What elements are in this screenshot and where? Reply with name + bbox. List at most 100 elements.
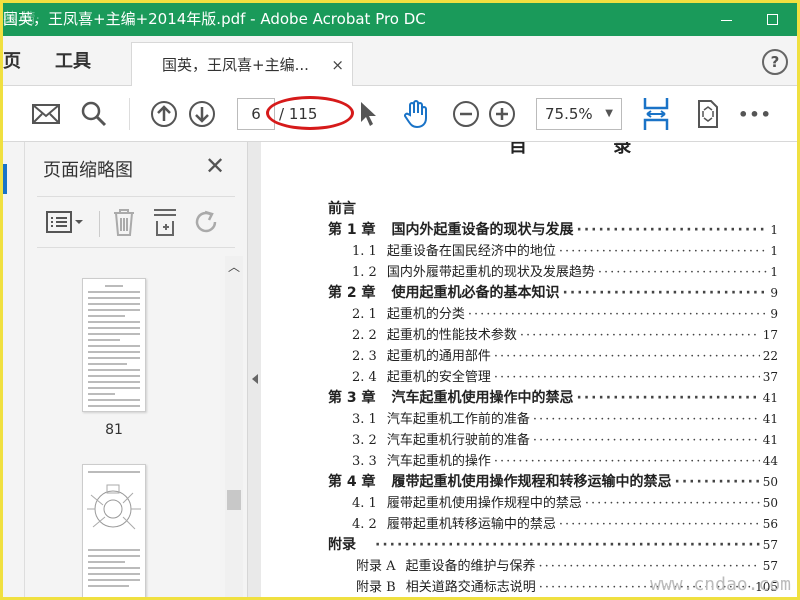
minus-circle-icon [453,101,479,127]
hand-icon [404,100,427,129]
help-button[interactable]: ? [762,49,788,75]
toc-entry[interactable]: 2. 3 起重机的通用部件 22 [352,345,778,366]
toc-page-number: 1 [770,244,778,258]
tab-document[interactable]: 国英，王凤喜+主编... × [131,42,353,87]
toc-title: 履带起重机使用操作规程中的禁忌 [386,496,582,511]
toc-leader-dots [539,559,760,574]
next-page-button[interactable] [185,96,219,132]
page-thumbnail[interactable] [82,278,146,412]
search-button[interactable] [77,96,111,132]
toc-entry[interactable]: 1. 2 国内外履带起重机的现状及发展趋势 1 [352,261,778,282]
toc-number: 第 3 章 [328,390,376,406]
document-view[interactable]: 目 录 前言第 1 章国内外起重设备的现状与发展 1 1. 1 起重设备在国民经济中的… [261,142,797,597]
maximize-button[interactable] [753,3,793,36]
toc-number: 附录 [328,537,356,553]
thumbnail-scrollbar[interactable]: ︿ [225,256,243,597]
panel-splitter[interactable] [247,142,261,597]
select-tool-button[interactable] [353,96,383,132]
arrow-up-circle-icon [151,101,177,127]
hand-tool-button[interactable] [399,96,433,132]
toc-entry[interactable]: 4. 1 履带起重机使用操作规程中的禁忌 50 [352,492,778,513]
insert-page-button[interactable] [151,207,179,241]
toc-page-number: 44 [762,454,778,468]
delete-page-button[interactable] [111,207,137,241]
toc-title: 起重机的通用部件 [386,349,491,364]
toc-entry[interactable]: 4. 2 履带起重机转移运输中的禁忌 56 [352,513,778,534]
panel-separator [99,211,100,237]
acrobat-window: 国英，王凤喜+主编+2014年版.pdf - Adobe Acrobat Pro… [3,3,797,597]
toc-entry[interactable]: 3. 3 汽车起重机的操作 44 [352,450,778,471]
toc-title: 国内外履带起重机的现状及发展趋势 [386,265,595,280]
toc-number: 3. 3 [352,454,377,469]
site-watermark: www.cndao.com [650,574,791,595]
toc-number: 1. 2 [352,265,377,280]
toc-entry[interactable]: 第 4 章履带起重机使用操作规程和转移运输中的禁忌 50 [328,471,778,492]
search-icon [81,101,107,127]
toc-title: 起重设备在国民经济中的地位 [386,244,556,259]
toc-entry[interactable]: 附录 57 [328,534,778,555]
full-screen-button[interactable] [691,96,725,132]
toc-leader-dots [375,537,760,553]
toc-page-number: 56 [762,517,778,531]
toc-entry[interactable]: 第 1 章国内外起重设备的现状与发展 1 [328,219,778,240]
left-nav-strip [3,142,25,597]
watermark-top-left: 英 精· [3,11,40,27]
toc-title: 履带起重机使用操作规程和转移运输中的禁忌 [391,474,672,490]
tab-tools[interactable]: 工具 [55,36,91,86]
more-tools-button[interactable]: ••• [735,96,775,132]
zoom-select[interactable]: 75.5% ▼ [536,98,622,130]
toc-entry[interactable]: 第 3 章汽车起重机使用操作中的禁忌 41 [328,387,778,408]
minimize-button[interactable] [707,3,747,36]
toc-number: 3. 1 [352,412,377,427]
toc-heading: 目 录 [509,142,672,157]
toc-entry[interactable]: 2. 4 起重机的安全管理 37 [352,366,778,387]
partial-icon[interactable] [3,96,11,132]
toc-number: 4. 1 [352,496,377,511]
toc-number: 附录 B [356,580,396,595]
toolbar-separator [129,98,130,130]
toc-page-number: 57 [762,559,778,573]
toc-page-number: 57 [762,538,778,552]
options-menu-button[interactable] [45,209,85,239]
toc-page-number: 41 [762,412,778,426]
toc-entry[interactable]: 2. 1 起重机的分类 9 [352,303,778,324]
toc-entry[interactable]: 2. 2 起重机的性能技术参数 17 [352,324,778,345]
cursor-arrow-icon [361,102,376,126]
toc-entry[interactable]: 3. 1 汽车起重机工作前的准备 41 [352,408,778,429]
toc-number: 2. 3 [352,349,377,364]
toc-leader-dots [520,328,760,343]
previous-page-button[interactable] [147,96,181,132]
toc-entry[interactable]: 3. 2 汽车起重机行驶前的准备 41 [352,429,778,450]
scrollbar-thumb[interactable] [227,490,241,510]
toc-number: 3. 2 [352,433,377,448]
fit-width-icon [643,98,669,130]
page-thumbnail[interactable] [82,464,146,597]
collapse-arrow-icon[interactable] [252,374,258,384]
toc-entry[interactable]: 附录 A 起重设备的维护与保养 57 [356,555,778,576]
page-expand-icon [698,100,718,128]
panel-close-button[interactable]: ✕ [205,152,225,180]
panel-title: 页面缩略图 [43,160,133,181]
email-button[interactable] [29,96,63,132]
toc-number: 附录 A [356,559,396,574]
toc-entry[interactable]: 1. 1 起重设备在国民经济中的地位 1 [352,240,778,261]
fit-width-button[interactable] [639,94,673,134]
tab-close-button[interactable]: × [331,43,344,87]
toc-title: 相关道路交通标志说明 [405,580,536,595]
scroll-up-icon[interactable]: ︿ [228,258,240,275]
window-title: 国英，王凤喜+主编+2014年版.pdf - Adobe Acrobat Pro… [3,10,426,28]
toc-number: 1. 1 [352,244,377,259]
machine-drawing-thumbnail [87,484,141,530]
toc-entry[interactable]: 第 2 章使用起重机必备的基本知识 9 [328,282,778,303]
maximize-icon [767,14,778,25]
panel-toolbar [37,196,235,248]
tab-home[interactable]: 页 [3,36,21,86]
toc-page-number: 1 [770,223,778,237]
zoom-out-button[interactable] [449,96,483,132]
tab-document-label: 国英，王凤喜+主编... [162,56,309,74]
zoom-in-button[interactable] [485,96,519,132]
minimize-icon [721,20,732,21]
toc-leader-dots [577,390,760,406]
toc-entry[interactable]: 前言 [328,198,778,219]
rotate-page-button[interactable] [191,207,221,241]
